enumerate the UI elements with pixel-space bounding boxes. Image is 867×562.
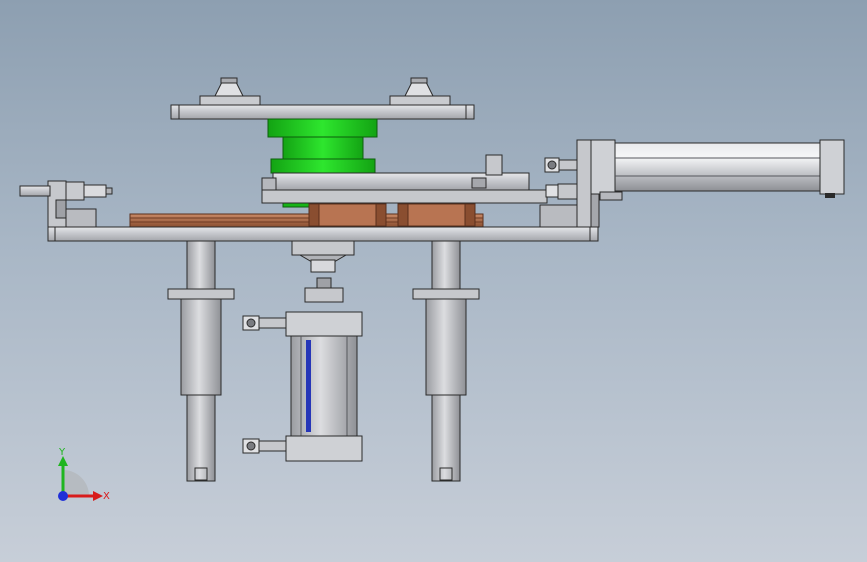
triad-quadrant [63,470,89,496]
cylinder-fitting-lower [242,438,287,454]
top-cover-plate [170,104,475,120]
y-axis-label: Y [58,447,66,458]
x-axis-label: X [103,491,110,502]
rail-block-left [308,203,387,227]
assembly-drawing: Y X [19,77,845,502]
top-fastener-right [389,77,451,106]
z-axis-dot [58,491,68,501]
right-fitting-upper [544,157,578,173]
coordinate-triad: Y X [58,447,110,502]
base-plate [47,226,599,242]
right-fitting-lower [545,183,578,200]
left-adjuster-screw [19,181,113,201]
center-coupling [291,240,355,303]
cad-viewport[interactable]: Y X [0,0,867,562]
guide-post-right [412,240,480,482]
top-fastener-left [199,77,261,106]
vertical-cylinder [285,311,363,462]
rail-block-right [397,203,476,227]
guide-post-left [167,240,235,482]
cylinder-fitting-upper [242,315,287,331]
horizontal-cylinder [590,139,845,201]
